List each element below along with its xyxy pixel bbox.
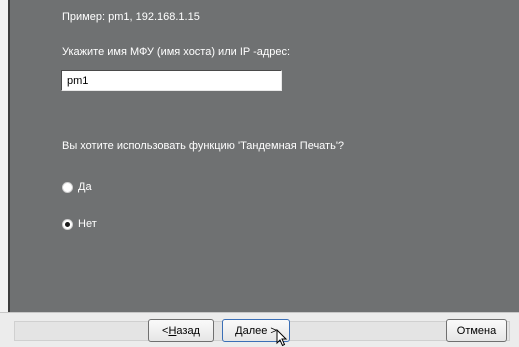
host-prompt-label: Укажите имя МФУ (имя хоста) или IP -адре… <box>62 46 291 58</box>
cancel-button[interactable]: Отмена <box>446 319 507 342</box>
next-button-label: алее > <box>242 324 277 337</box>
radio-option-yes[interactable]: Да <box>62 181 92 193</box>
back-button-mnemonic: Н <box>168 324 177 337</box>
window-left-border <box>0 0 8 312</box>
next-button-mnemonic: Д <box>235 324 243 337</box>
tandem-print-question: Вы хотите использовать функцию 'Тандемна… <box>62 140 345 152</box>
example-hint: Пример: pm1, 192.168.1.15 <box>62 11 200 23</box>
radio-button-no[interactable] <box>62 218 73 230</box>
host-name-input[interactable] <box>61 70 282 91</box>
back-button-label: азад <box>176 324 200 337</box>
radio-button-yes[interactable] <box>62 181 73 193</box>
radio-label-yes: Да <box>78 181 92 193</box>
footer-divider <box>0 312 519 313</box>
radio-label-no: Нет <box>78 218 97 230</box>
back-button[interactable]: < Назад <box>148 319 214 342</box>
mouse-pointer-icon <box>276 329 288 347</box>
radio-option-no[interactable]: Нет <box>62 218 97 230</box>
